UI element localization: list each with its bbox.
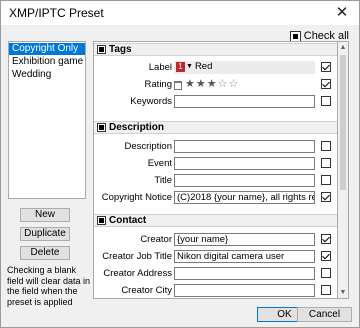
section-tags-checkbox[interactable]	[97, 45, 106, 54]
job-title-checkbox[interactable]	[321, 251, 331, 261]
field-label: Keywords	[130, 96, 172, 107]
keywords-input[interactable]	[174, 95, 315, 108]
creator-checkbox[interactable]	[321, 234, 331, 244]
section-title: Contact	[109, 215, 147, 226]
preset-list[interactable]: Copyright Only Exhibition game Wedding	[8, 41, 86, 199]
red-label-icon: 1	[176, 61, 185, 72]
preset-item[interactable]: Copyright Only	[9, 43, 85, 55]
section-description-checkbox[interactable]	[97, 123, 106, 132]
field-label: Event	[147, 158, 172, 169]
city-checkbox[interactable]	[321, 285, 331, 295]
preset-item[interactable]: Exhibition game	[9, 56, 85, 68]
field-label: Creator	[140, 234, 172, 245]
row-copyright: Copyright Notice (C)2018 {your name}, al…	[94, 189, 337, 206]
window-title: XMP/IPTC Preset	[9, 6, 104, 20]
star-icon[interactable]: ★	[185, 78, 195, 91]
field-label: Rating	[144, 79, 172, 90]
address-checkbox[interactable]	[321, 268, 331, 278]
star-empty-icon[interactable]: ☆	[229, 78, 239, 91]
event-input[interactable]	[174, 157, 315, 170]
close-icon[interactable]: ✕	[325, 1, 359, 25]
field-label: Creator Job Title	[102, 251, 172, 262]
check-all-checkbox[interactable]	[289, 30, 301, 42]
star-empty-icon[interactable]: ☆	[218, 78, 228, 91]
event-checkbox[interactable]	[321, 158, 331, 168]
section-title: Description	[109, 122, 165, 133]
row-creator: Creator {your name}	[94, 231, 337, 248]
label-checkbox[interactable]	[321, 62, 331, 72]
row-city: Creator City	[94, 282, 337, 298]
address-input[interactable]	[174, 267, 315, 280]
scroll-up-icon[interactable]: ▲	[338, 42, 348, 53]
cancel-button[interactable]: Cancel	[297, 307, 352, 322]
row-keywords: Keywords	[94, 93, 337, 110]
row-title: Title	[94, 172, 337, 189]
scrollbar[interactable]: ▲ ▼	[338, 41, 349, 299]
reject-icon[interactable]	[174, 81, 182, 90]
row-description: Description	[94, 138, 337, 155]
row-job-title: Creator Job Title Nikon digital camera u…	[94, 248, 337, 265]
keywords-checkbox[interactable]	[321, 96, 331, 106]
row-rating: Rating ★ ★ ★ ☆ ☆	[94, 76, 337, 93]
preset-item[interactable]: Wedding	[9, 69, 85, 81]
description-input[interactable]	[174, 140, 315, 153]
dropdown-arrow-icon: ▼	[186, 63, 193, 70]
field-label: Description	[124, 141, 172, 152]
copyright-input[interactable]: (C)2018 {your name}, all rights reserved	[174, 191, 315, 204]
row-label: Label 1 ▼ Red	[94, 59, 337, 76]
title-input[interactable]	[174, 174, 315, 187]
row-event: Event	[94, 155, 337, 172]
duplicate-button[interactable]: Duplicate	[20, 227, 70, 241]
job-title-input[interactable]: Nikon digital camera user	[174, 250, 315, 263]
row-address: Creator Address	[94, 265, 337, 282]
scrollbar-thumb[interactable]	[340, 55, 346, 190]
field-label: Copyright Notice	[101, 192, 172, 203]
section-description: Description	[94, 121, 337, 134]
hint-text: Checking a blank field will clear data i…	[7, 265, 91, 307]
scroll-down-icon[interactable]: ▼	[338, 287, 348, 298]
delete-button[interactable]: Delete	[20, 246, 70, 260]
section-contact-checkbox[interactable]	[97, 216, 106, 225]
field-label: Label	[148, 62, 172, 73]
rating-stars[interactable]: ★ ★ ★ ☆ ☆	[174, 78, 238, 91]
star-icon[interactable]: ★	[196, 78, 206, 91]
field-label: Creator City	[121, 285, 172, 296]
city-input[interactable]	[174, 284, 315, 297]
star-icon[interactable]: ★	[207, 78, 217, 91]
description-checkbox[interactable]	[321, 141, 331, 151]
rating-checkbox[interactable]	[321, 79, 331, 89]
creator-input[interactable]: {your name}	[174, 233, 315, 246]
title-bar: XMP/IPTC Preset ✕	[1, 1, 359, 25]
section-contact: Contact	[94, 214, 337, 227]
field-label: Creator Address	[103, 268, 172, 279]
preset-dialog: XMP/IPTC Preset ✕ Check all Copyright On…	[0, 0, 360, 328]
label-value: Red	[194, 61, 213, 73]
copyright-checkbox[interactable]	[321, 192, 331, 202]
new-button[interactable]: New	[20, 208, 70, 222]
title-checkbox[interactable]	[321, 175, 331, 185]
label-dropdown[interactable]: 1 ▼ Red	[174, 61, 315, 74]
field-label: Title	[154, 175, 172, 186]
metadata-panel: Tags Label 1 ▼ Red Rating ★ ★ ★ ☆ ☆ Keywor…	[93, 41, 338, 299]
section-title: Tags	[109, 44, 132, 55]
section-tags: Tags	[94, 43, 337, 56]
